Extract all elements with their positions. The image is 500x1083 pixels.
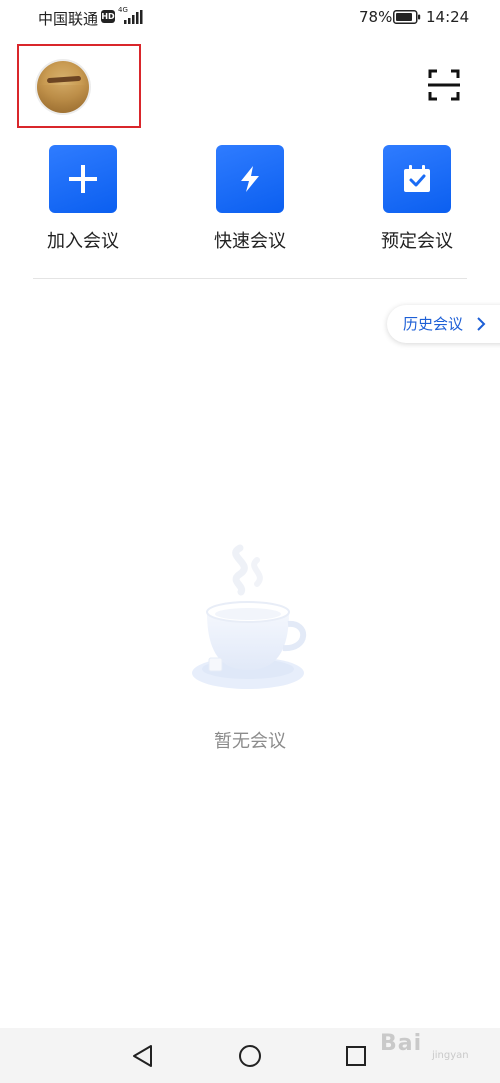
calendar-check-icon	[404, 165, 430, 192]
history-meetings-button[interactable]: 历史会议	[387, 305, 500, 343]
watermark: Bai	[380, 1031, 423, 1056]
join-meeting-label: 加入会议	[47, 231, 119, 252]
join-meeting-button[interactable]: 加入会议	[28, 145, 138, 255]
clock: 14:24	[426, 8, 470, 26]
empty-state-text: 暂无会议	[214, 731, 286, 752]
quick-meeting-button[interactable]: 快速会议	[195, 145, 305, 255]
chevron-right-icon	[477, 317, 486, 331]
home-icon[interactable]	[238, 1044, 262, 1068]
user-avatar[interactable]	[37, 61, 89, 113]
status-bar: 中国联通 HD 4G 78% 14:24	[0, 0, 500, 36]
back-icon[interactable]	[131, 1044, 155, 1068]
divider	[33, 278, 467, 279]
watermark-sub: jingyan	[432, 1050, 469, 1061]
battery-percent: 78%	[359, 8, 393, 26]
plus-icon	[69, 165, 97, 193]
lightning-icon	[241, 166, 259, 192]
signal-icon	[124, 10, 143, 24]
system-nav-bar	[0, 1028, 500, 1083]
scan-icon[interactable]	[425, 66, 463, 104]
battery-icon	[393, 10, 421, 24]
hd-badge: HD	[101, 10, 115, 23]
schedule-meeting-button[interactable]: 预定会议	[362, 145, 472, 255]
coffee-cup-icon	[192, 544, 307, 689]
quick-meeting-label: 快速会议	[214, 231, 286, 252]
history-meetings-label: 历史会议	[403, 315, 464, 333]
recents-icon[interactable]	[345, 1044, 367, 1068]
schedule-meeting-tile	[383, 145, 451, 213]
join-meeting-tile	[49, 145, 117, 213]
quick-meeting-tile	[216, 145, 284, 213]
carrier-name: 中国联通	[38, 10, 99, 28]
schedule-meeting-label: 预定会议	[381, 231, 453, 252]
